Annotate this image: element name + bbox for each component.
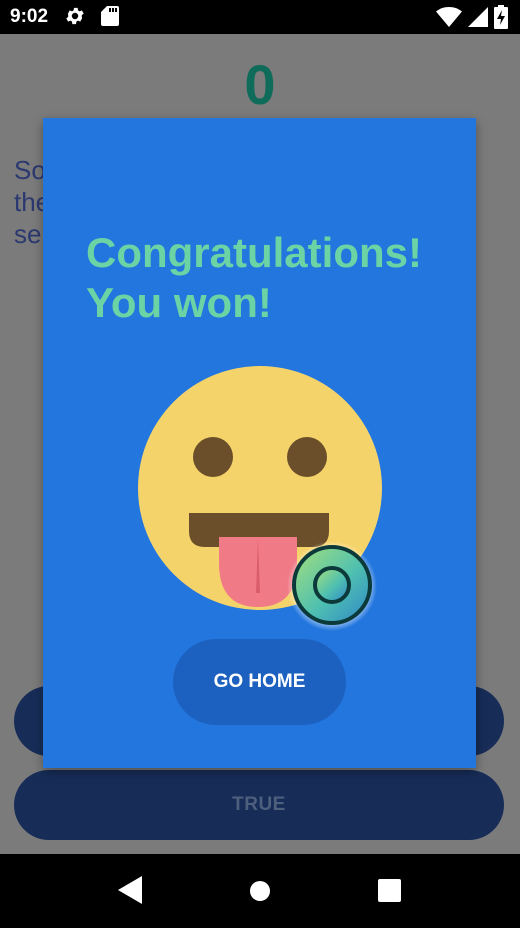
wifi-icon	[436, 7, 462, 27]
score-display: 0	[244, 53, 276, 116]
navigation-bar	[0, 854, 520, 928]
status-bar: 9:02	[0, 0, 520, 34]
touch-indicator-icon	[287, 541, 377, 631]
go-home-button[interactable]: GO HOME	[173, 639, 346, 725]
back-icon[interactable]	[118, 876, 144, 904]
home-icon[interactable]	[249, 880, 271, 902]
status-icons	[436, 5, 508, 29]
sd-card-icon	[101, 6, 119, 26]
status-time: 9:02	[10, 6, 49, 27]
recents-icon[interactable]	[378, 879, 401, 902]
signal-icon	[468, 7, 488, 27]
gear-icon	[66, 7, 84, 25]
dialog-title: Congratulations! You won!	[86, 229, 422, 326]
battery-charging-icon	[494, 5, 508, 29]
true-button[interactable]: TRUE	[14, 770, 504, 840]
win-dialog: Congratulations! You won! GO HOME	[43, 118, 476, 768]
